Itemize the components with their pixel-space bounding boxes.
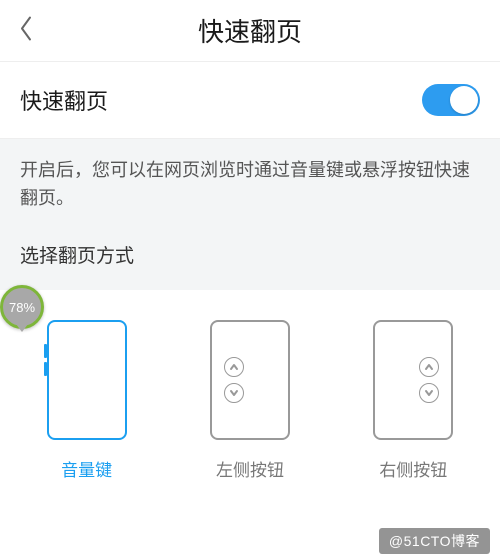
up-icon: [224, 357, 244, 377]
page-title: 快速翻页: [198, 12, 302, 49]
progress-text: 78%: [9, 300, 35, 315]
header: 快速翻页: [0, 0, 500, 62]
option-label: 右侧按钮: [379, 456, 447, 481]
phone-icon: [47, 320, 127, 440]
down-icon: [419, 383, 439, 403]
quick-flip-toggle[interactable]: [422, 84, 480, 116]
progress-badge: 78%: [0, 285, 44, 329]
back-icon[interactable]: [18, 15, 34, 46]
float-buttons-icon: [419, 357, 439, 403]
float-buttons-icon: [224, 357, 244, 403]
option-right-buttons[interactable]: 右侧按钮: [373, 320, 453, 481]
phone-icon: [373, 320, 453, 440]
description-section: 开启后，您可以在网页浏览时通过音量键或悬浮按钮快速翻页。 选择翻页方式: [0, 139, 500, 290]
quick-flip-label: 快速翻页: [20, 84, 108, 116]
option-volume-keys[interactable]: 音量键: [47, 320, 127, 481]
option-label: 左侧按钮: [216, 456, 284, 481]
option-left-buttons[interactable]: 左侧按钮: [210, 320, 290, 481]
down-icon: [224, 383, 244, 403]
phone-icon: [210, 320, 290, 440]
choose-method-label: 选择翻页方式: [20, 241, 480, 280]
quick-flip-toggle-row: 快速翻页: [0, 62, 500, 139]
volume-key-icon: [44, 344, 47, 358]
up-icon: [419, 357, 439, 377]
volume-key-icon: [44, 362, 47, 376]
options-row: 音量键 左侧按钮 右侧按钮: [0, 290, 500, 501]
description-text: 开启后，您可以在网页浏览时通过音量键或悬浮按钮快速翻页。: [20, 157, 480, 213]
watermark: @51CTO博客: [379, 528, 490, 554]
option-label: 音量键: [61, 456, 112, 481]
